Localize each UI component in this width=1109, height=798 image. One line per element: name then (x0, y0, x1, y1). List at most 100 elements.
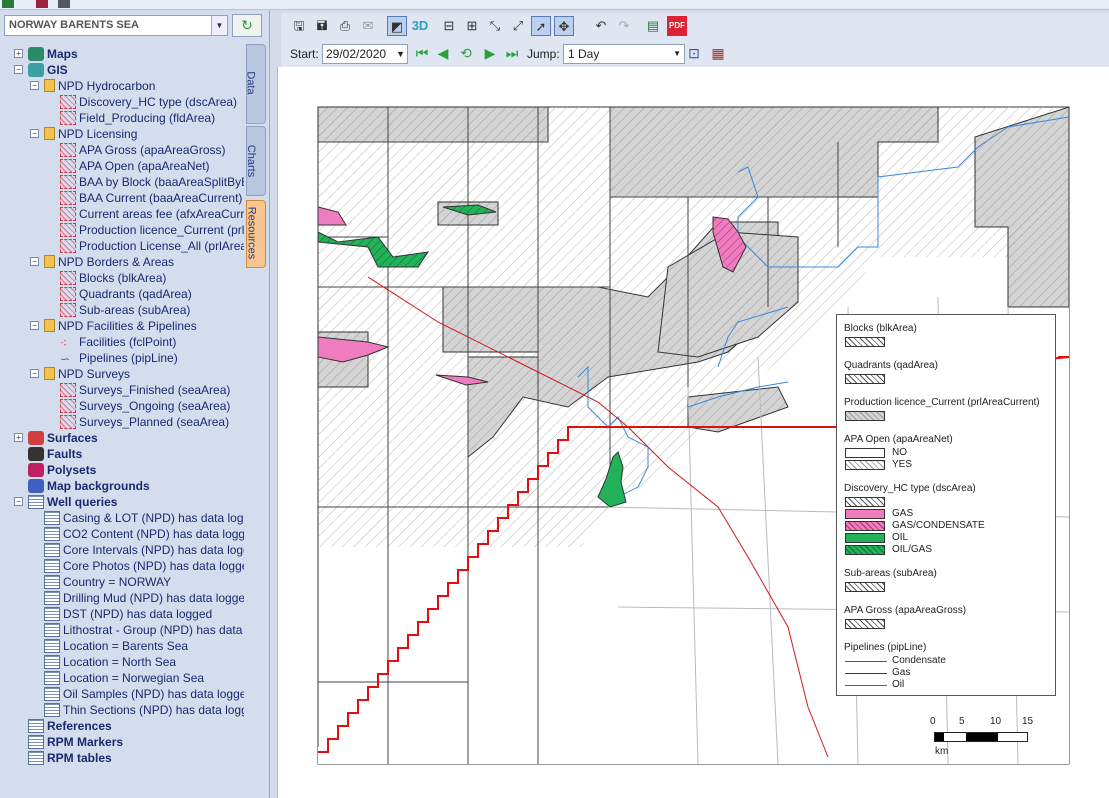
tree-item[interactable]: Surveys_Planned (seaArea) (60, 414, 229, 430)
tree-item[interactable]: Drilling Mud (NPD) has data logged (44, 590, 244, 606)
tree-item-label: GIS (47, 63, 68, 77)
tree-item[interactable]: Thin Sections (NPD) has data logged (44, 702, 244, 718)
tree-item[interactable]: Casing & LOT (NPD) has data logged (44, 510, 244, 526)
tree-expander[interactable]: − (30, 369, 39, 378)
zoom-in-icon[interactable]: ⊞ (462, 16, 482, 36)
tree-item-label: Surveys_Finished (seaArea) (79, 383, 231, 397)
tree-item[interactable]: Location = Norwegian Sea (44, 670, 204, 686)
next-step-icon[interactable]: ▶ (481, 45, 499, 62)
tree-item[interactable]: Production License_All (prlAreaSplit) (60, 238, 244, 254)
tree-item[interactable]: Maps (28, 46, 78, 62)
legend-line-swatch (845, 661, 887, 662)
grid-icon (44, 558, 60, 573)
export-document-icon[interactable]: ▤ (643, 16, 663, 36)
tree-item[interactable]: Oil Samples (NPD) has data logged (44, 686, 244, 702)
tree-item[interactable]: Faults (28, 446, 82, 462)
tree-item[interactable]: Lithostrat - Group (NPD) has data logged (44, 622, 244, 638)
tree-item[interactable]: Production licence_Current (prlAreaCurre… (60, 222, 244, 238)
pan-icon[interactable]: ✥ (554, 16, 574, 36)
tree-item[interactable]: DST (NPD) has data logged (44, 606, 212, 622)
tree-item[interactable]: Surveys_Ongoing (seaArea) (60, 398, 230, 414)
map-icon (28, 46, 44, 61)
start-date-picker[interactable]: 29/02/2020 ▼ (322, 44, 408, 64)
calendar-icon[interactable]: ▦ (709, 45, 727, 62)
tree-item[interactable]: CO2 Content (NPD) has data logged (44, 526, 244, 542)
tab-charts[interactable]: Charts (245, 126, 266, 196)
redo-icon[interactable]: ↷ (614, 16, 634, 36)
zoom-tool-icon[interactable]: ⤡ (485, 16, 505, 36)
tree-item[interactable]: Country = NORWAY (44, 574, 171, 590)
chevron-down-icon[interactable]: ▼ (673, 45, 681, 63)
tab-resources[interactable]: Resources (245, 200, 266, 268)
undo-icon[interactable]: ↶ (591, 16, 611, 36)
chevron-down-icon[interactable]: ▼ (396, 45, 405, 63)
project-selector[interactable]: NORWAY BARENTS SEA ▼ (4, 15, 228, 36)
tree-expander[interactable]: − (14, 65, 23, 74)
tree-item[interactable]: BAA Current (baaAreaCurrent) (60, 190, 242, 206)
legend-swatch (845, 337, 885, 347)
first-step-icon[interactable]: ⏮ (413, 45, 431, 62)
tree-item-label: BAA Current (baaAreaCurrent) (79, 191, 243, 205)
tree-item[interactable]: Surfaces (28, 430, 98, 446)
tree-expander[interactable]: − (30, 321, 39, 330)
tree-item[interactable]: NPD Hydrocarbon (44, 78, 155, 94)
tree-item[interactable]: Surveys_Finished (seaArea) (60, 382, 230, 398)
tree-item[interactable]: Location = North Sea (44, 654, 176, 670)
tree-item[interactable]: Discovery_HC type (dscArea) (60, 94, 237, 110)
tree-item[interactable]: Quadrants (qadArea) (60, 286, 192, 302)
tree-item[interactable]: RPM Markers (28, 734, 123, 750)
tree-item-label: Blocks (blkArea) (79, 271, 167, 285)
save-as-icon[interactable]: 🖬 (312, 16, 332, 36)
tree-item[interactable]: Blocks (blkArea) (60, 270, 166, 286)
tab-data[interactable]: Data (245, 44, 266, 124)
tree-item[interactable]: Polysets (28, 462, 96, 478)
tree-item[interactable]: Core Intervals (NPD) has data logged (44, 542, 244, 558)
tree-item[interactable]: NPD Facilities & Pipelines (44, 318, 197, 334)
tree-item[interactable]: NPD Surveys (44, 366, 130, 382)
save-icon[interactable]: 🖫 (289, 16, 309, 36)
scale-tick: 5 (959, 716, 965, 727)
legend-section-title: Production licence_Current (prlAreaCurre… (844, 397, 1040, 408)
tree-item[interactable]: APA Gross (apaAreaGross) (60, 142, 226, 158)
tree-item[interactable]: NPD Licensing (44, 126, 137, 142)
jump-interval-select[interactable]: 1 Day ▼ (563, 44, 685, 64)
email-icon[interactable]: ✉ (358, 16, 378, 36)
zoom-extent-icon[interactable]: ⤢ (508, 16, 528, 36)
chevron-down-icon[interactable]: ▼ (211, 16, 227, 35)
tree-item-label: NPD Borders & Areas (58, 255, 175, 269)
tree-item[interactable]: References (28, 718, 112, 734)
pdf-export-icon[interactable]: PDF (667, 16, 687, 36)
grid-icon (28, 718, 44, 733)
tree-expander[interactable]: − (30, 81, 39, 90)
tree-item[interactable]: NPD Borders & Areas (44, 254, 174, 270)
print-icon[interactable]: ⎙ (335, 16, 355, 36)
tree-expander[interactable]: − (14, 497, 23, 506)
select-pointer-icon[interactable]: ➚ (531, 16, 551, 36)
tree-expander[interactable]: − (30, 129, 39, 138)
tree-item[interactable]: Sub-areas (subArea) (60, 302, 190, 318)
tree-item[interactable]: RPM tables (28, 750, 112, 766)
zoom-out-icon[interactable]: ⊟ (439, 16, 459, 36)
3d-view-icon[interactable]: 3D (410, 16, 430, 36)
tree-expander[interactable]: − (30, 257, 39, 266)
tree-item[interactable]: ∽ Pipelines (pipLine) (60, 350, 178, 366)
tree-item[interactable]: Map backgrounds (28, 478, 150, 494)
tree-item[interactable]: Well queries (28, 494, 117, 510)
tree-item[interactable]: Location = Barents Sea (44, 638, 188, 654)
last-step-icon[interactable]: ⏭ (503, 45, 521, 62)
tree-item[interactable]: BAA by Block (baaAreaSplitByBlock) (60, 174, 244, 190)
2d-view-icon[interactable]: ◩ (387, 16, 407, 36)
previous-step-icon[interactable]: ◀ (434, 45, 452, 62)
reset-time-icon[interactable]: ⟲ (457, 45, 475, 62)
tree-item[interactable]: APA Open (apaAreaNet) (60, 158, 210, 174)
tree-item[interactable]: Core Photos (NPD) has data logged (44, 558, 244, 574)
tree-item[interactable]: ⁖ Facilities (fclPoint) (60, 334, 176, 350)
tree-expander[interactable]: + (14, 49, 23, 58)
tree-item[interactable]: GIS (28, 62, 68, 78)
tree-item-label: BAA by Block (baaAreaSplitByBlock) (79, 175, 244, 189)
tree-item[interactable]: Field_Producing (fldArea) (60, 110, 215, 126)
layout-icon[interactable]: ⊡ (685, 45, 703, 62)
tree-expander[interactable]: + (14, 433, 23, 442)
refresh-button[interactable]: ↻ (232, 14, 262, 37)
tree-item[interactable]: Current areas fee (afxAreaCurrent) (60, 206, 244, 222)
